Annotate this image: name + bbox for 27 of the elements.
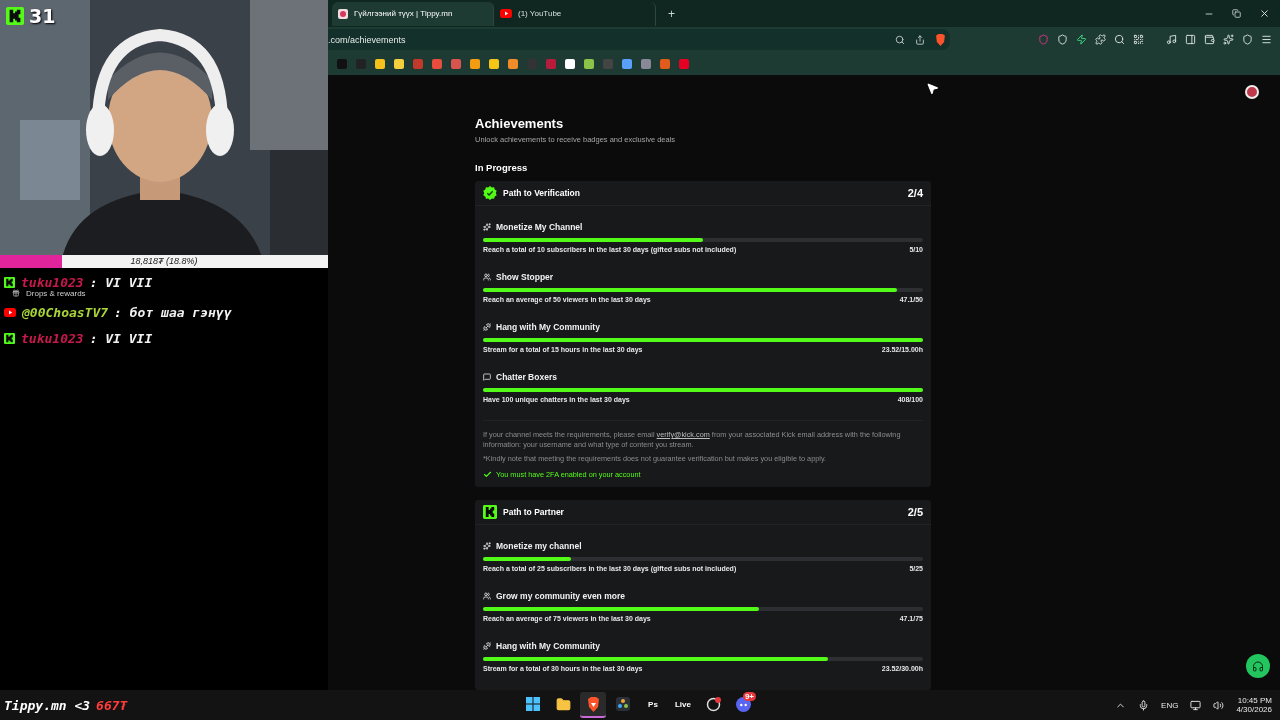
chat-username: tuku1023 — [21, 330, 84, 346]
tip-overlay-name: Tippy.mn <3 — [4, 698, 91, 713]
task-name: Monetize my channel — [496, 540, 582, 551]
task-name: Grow my community even more — [496, 590, 625, 601]
chat-message: : VI VII — [89, 330, 153, 346]
task-name: Hang with My Community — [496, 640, 600, 651]
task-name: Hang with My Community — [496, 321, 600, 332]
section-heading: In Progress — [475, 162, 529, 173]
chat-username: @00ChoasTV7 — [22, 304, 109, 320]
task-name: Chatter Boxers — [496, 371, 557, 382]
card-count: 2/4 — [907, 187, 923, 199]
chat-message: : бот шаа гэнүү — [114, 304, 232, 320]
clock-date: 4/30/2026 — [1236, 705, 1272, 714]
card-title: Path to Partner — [503, 507, 565, 517]
viewer-count: 31 — [29, 5, 56, 27]
chat-message: : VI VII — [89, 274, 153, 290]
donation-goal-amount: 18,818₮ (18.8%) — [129, 255, 199, 268]
page-title: Achievements — [475, 116, 565, 131]
task-name: Show Stopper — [496, 271, 554, 282]
card-count: 2/5 — [907, 506, 923, 518]
tip-overlay-amount: 667₮ — [96, 698, 128, 713]
clock-time: 10:45 PM — [1237, 696, 1272, 705]
chat-notice: Drops & rewards — [26, 288, 86, 298]
chat-username: tuku1023 — [21, 274, 84, 290]
card-title: Path to Verification — [503, 188, 581, 198]
notification-badge: 9+ — [742, 692, 756, 701]
task-name: Monetize My Channel — [496, 221, 583, 232]
